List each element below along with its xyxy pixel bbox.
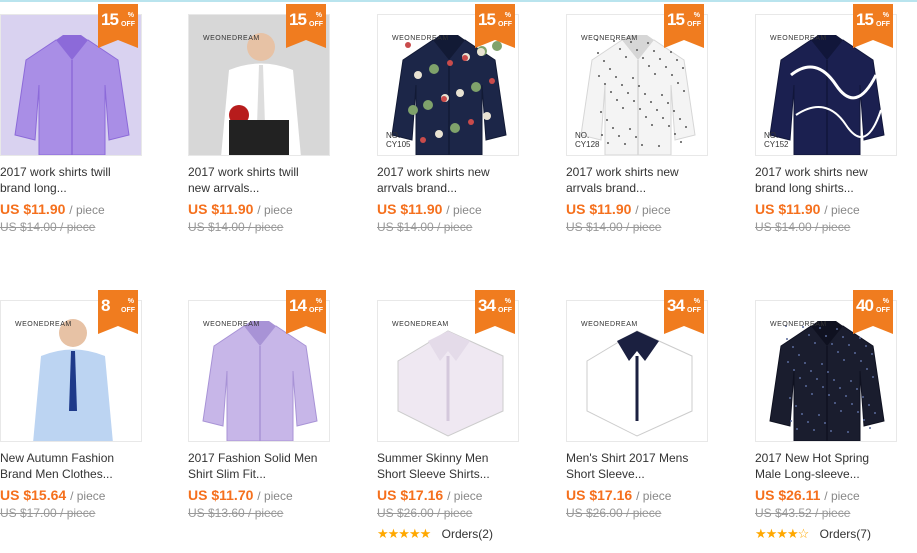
product-code: NO. CY152 <box>764 131 789 149</box>
product-price: US $15.64 / piece <box>0 487 106 503</box>
brand-logo: WEONEDREAM <box>15 321 72 328</box>
product-title[interactable]: 2017 work shirts new arrvals brand... <box>566 164 708 196</box>
product-title[interactable]: New Autumn Fashion Brand Men Clothes... <box>0 450 142 482</box>
product-price: US $17.16 / piece <box>377 487 483 503</box>
product-code: NO. CY128 <box>575 131 600 149</box>
brand-logo: WEONEDREAM <box>581 35 638 42</box>
orders-count[interactable]: Orders(2) <box>442 527 493 541</box>
brand-logo: WEONEDREAM <box>581 321 638 328</box>
discount-badge: 8 % OFF <box>98 290 138 342</box>
original-price: US $14.00 / piece <box>0 220 96 234</box>
product-price: US $17.16 / piece <box>566 487 672 503</box>
product-price: US $11.90 / piece <box>377 201 482 217</box>
brand-logo: WEONEDREAM <box>392 35 449 42</box>
product-title[interactable]: 2017 Fashion Solid Men Shirt Slim Fit... <box>188 450 330 482</box>
discount-badge: 34 % OFF <box>664 290 704 342</box>
original-price: US $17.00 / piece <box>0 506 96 520</box>
brand-logo: WEONEDREAM <box>203 35 260 42</box>
product-title[interactable]: 2017 New Hot Spring Male Long-sleeve... <box>755 450 897 482</box>
original-price: US $26.00 / piece <box>377 506 473 520</box>
original-price: US $26.00 / piece <box>566 506 662 520</box>
discount-badge: 15 % OFF <box>853 4 893 56</box>
product-title[interactable]: 2017 work shirts twill brand long... <box>0 164 142 196</box>
rating-row: ★★★★☆ Orders(7) <box>755 526 871 541</box>
brand-logo: WEONEDREAM <box>770 321 827 328</box>
brand-logo: WEONEDREAM <box>770 35 827 42</box>
discount-badge: 40 % OFF <box>853 290 893 342</box>
discount-badge: 14 % OFF <box>286 290 326 342</box>
original-price: US $14.00 / piece <box>755 220 851 234</box>
original-price: US $14.00 / piece <box>566 220 662 234</box>
original-price: US $14.00 / piece <box>377 220 473 234</box>
discount-badge: 15 % OFF <box>286 4 326 56</box>
brand-logo: WEONEDREAM <box>392 321 449 328</box>
top-divider <box>0 0 917 2</box>
product-price: US $26.11 / piece <box>755 487 860 503</box>
product-price: US $11.90 / piece <box>566 201 671 217</box>
product-price: US $11.70 / piece <box>188 487 293 503</box>
product-title[interactable]: Men's Shirt 2017 Mens Short Sleeve... <box>566 450 708 482</box>
discount-badge: 15 % OFF <box>475 4 515 56</box>
original-price: US $13.60 / piece <box>188 506 284 520</box>
product-title[interactable]: Summer Skinny Men Short Sleeve Shirts... <box>377 450 519 482</box>
discount-badge: 34 % OFF <box>475 290 515 342</box>
original-price: US $14.00 / piece <box>188 220 284 234</box>
orders-count[interactable]: Orders(7) <box>820 527 871 541</box>
discount-badge: 15 % OFF <box>664 4 704 56</box>
product-price: US $11.90 / piece <box>188 201 293 217</box>
original-price: US $43.52 / piece <box>755 506 851 520</box>
star-rating-icon: ★★★★★ <box>377 526 431 541</box>
product-title[interactable]: 2017 work shirts twill new arrvals... <box>188 164 330 196</box>
product-price: US $11.90 / piece <box>755 201 860 217</box>
product-code: NO. CY105 <box>386 131 411 149</box>
rating-row: ★★★★★ Orders(2) <box>377 526 493 541</box>
product-title[interactable]: 2017 work shirts new arrvals brand... <box>377 164 519 196</box>
brand-logo: WEONEDREAM <box>203 321 260 328</box>
product-price: US $11.90 / piece <box>0 201 105 217</box>
discount-badge: 15 % OFF <box>98 4 138 56</box>
star-rating-icon: ★★★★☆ <box>755 526 809 541</box>
product-title[interactable]: 2017 work shirts new brand long shirts..… <box>755 164 897 196</box>
